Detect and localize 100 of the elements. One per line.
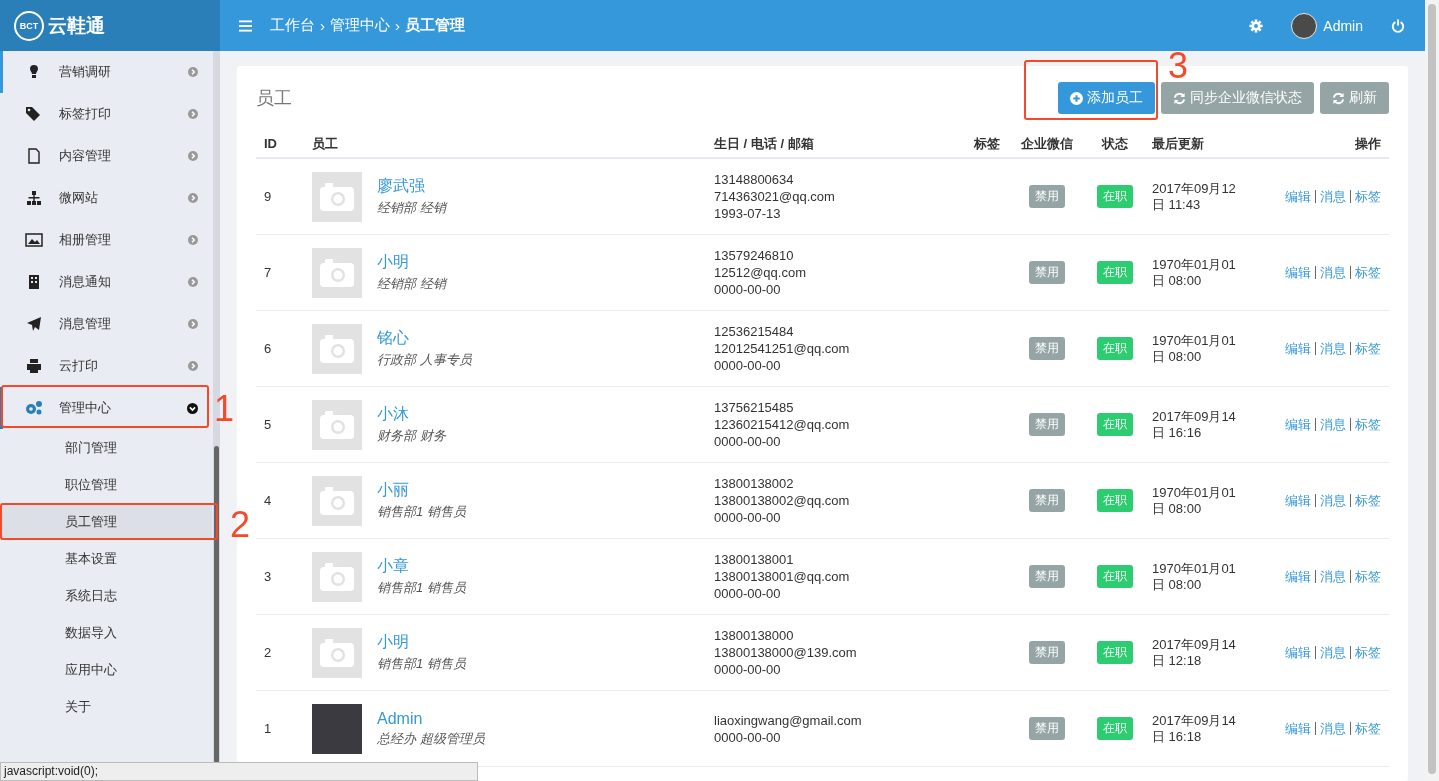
updated-time: 1970年01月01日 08:00 xyxy=(1152,560,1237,593)
email-text: 13800138001@qq.com xyxy=(714,568,851,585)
birthday-text: 1993-07-13 xyxy=(714,205,782,222)
email-text: 12512@qq.com xyxy=(714,264,807,281)
refresh-icon xyxy=(1332,91,1345,105)
employee-name-link[interactable]: 小明 xyxy=(377,252,446,273)
sitemap-icon xyxy=(25,190,43,206)
action-link[interactable]: 标签 xyxy=(1355,567,1381,586)
action-link[interactable]: 编辑 xyxy=(1285,415,1311,434)
employee-name-link[interactable]: Admin xyxy=(377,709,485,728)
submenu-item[interactable]: 基本设置 xyxy=(0,540,212,577)
phone-text: 13579246810 xyxy=(714,247,795,264)
action-link[interactable]: 标签 xyxy=(1355,415,1381,434)
phone-text: 13800138002 xyxy=(714,475,795,492)
submenu-item[interactable]: 部门管理 xyxy=(0,429,212,466)
updated-time: 2017年09月14日 16:16 xyxy=(1152,408,1237,441)
employee-name-link[interactable]: 小丽 xyxy=(377,480,466,501)
action-link[interactable]: 消息 xyxy=(1320,263,1346,282)
action-link[interactable]: 标签 xyxy=(1355,719,1381,738)
chevron-right-icon xyxy=(188,235,198,245)
wechat-status-badge: 禁用 xyxy=(1029,185,1065,208)
annotation-number: 2 xyxy=(230,507,251,543)
menu-icon[interactable] xyxy=(239,19,252,32)
id-text: 7 xyxy=(264,265,272,280)
action-link[interactable]: 编辑 xyxy=(1285,339,1311,358)
breadcrumb-separator: › xyxy=(320,17,325,34)
sidebar-item[interactable]: 相册管理 xyxy=(0,219,212,261)
camera-icon xyxy=(312,551,362,602)
sidebar-item[interactable]: 消息通知 xyxy=(0,261,212,303)
action-link[interactable]: 标签 xyxy=(1355,339,1381,358)
sidebar-item[interactable]: 标签打印 xyxy=(0,93,212,135)
camera-icon xyxy=(312,627,362,678)
action-link[interactable]: 消息 xyxy=(1320,567,1346,586)
sync-button[interactable]: 同步企业微信状态 xyxy=(1161,82,1314,114)
camera-icon xyxy=(312,323,362,374)
sidebar-item[interactable]: 云打印 xyxy=(0,345,212,387)
action-link[interactable]: 消息 xyxy=(1320,491,1346,510)
submenu-item[interactable]: 数据导入 xyxy=(0,614,212,651)
power-icon[interactable] xyxy=(1391,18,1405,33)
employee-name-link[interactable]: 小明 xyxy=(377,632,466,653)
employment-status-badge: 在职 xyxy=(1097,641,1133,664)
action-link[interactable]: 标签 xyxy=(1355,187,1381,206)
chevron-right-icon xyxy=(188,319,198,329)
settings-icon[interactable] xyxy=(1249,18,1264,33)
action-link[interactable]: 消息 xyxy=(1320,719,1346,738)
action-link[interactable]: 消息 xyxy=(1320,187,1346,206)
sync-button[interactable]: 刷新 xyxy=(1320,82,1389,114)
scrollbar-thumb[interactable] xyxy=(1428,4,1436,774)
action-link[interactable]: 标签 xyxy=(1355,263,1381,282)
add-button[interactable]: 添加员工 xyxy=(1058,82,1155,114)
status-url: javascript:void(0); xyxy=(0,762,478,781)
email-text: 13800138000@139.com xyxy=(714,644,858,661)
id-text: 6 xyxy=(264,341,272,356)
action-link[interactable]: 编辑 xyxy=(1285,491,1311,510)
action-link[interactable]: 编辑 xyxy=(1285,567,1311,586)
image-icon xyxy=(25,232,43,248)
user-name[interactable]: Admin xyxy=(1323,17,1363,34)
email-text: liaoxingwang@gmail.com xyxy=(714,711,863,729)
employee-name-link[interactable]: 廖武强 xyxy=(377,176,446,197)
employment-status-badge: 在职 xyxy=(1097,717,1133,740)
action-link[interactable]: 编辑 xyxy=(1285,719,1311,738)
column-header: ID xyxy=(256,130,304,158)
column-header: 生日 / 电话 / 邮箱 xyxy=(706,130,952,158)
action-link[interactable]: 消息 xyxy=(1320,339,1346,358)
department-text: 财务部 财务 xyxy=(377,427,446,445)
sidebar-item[interactable]: 内容管理 xyxy=(0,135,212,177)
printer-icon xyxy=(25,358,43,374)
action-link[interactable]: 消息 xyxy=(1320,415,1346,434)
scrollbar-thumb[interactable] xyxy=(214,446,219,763)
employee-name-link[interactable]: 小沐 xyxy=(377,404,446,425)
employee-name-link[interactable]: 铭心 xyxy=(377,328,472,349)
birthday-text: 0000-00-00 xyxy=(714,281,782,298)
action-link[interactable]: 标签 xyxy=(1355,643,1381,662)
department-text: 销售部1 销售员 xyxy=(377,579,466,597)
photo-placeholder xyxy=(312,703,362,754)
sidebar-item[interactable]: 消息管理 xyxy=(0,303,212,345)
wechat-status-badge: 禁用 xyxy=(1029,565,1065,588)
employment-status-badge: 在职 xyxy=(1097,489,1133,512)
id-text: 2 xyxy=(264,645,272,660)
submenu-item[interactable]: 应用中心 xyxy=(0,651,212,688)
breadcrumb-item[interactable]: 工作台 xyxy=(270,16,315,35)
submenu-item[interactable]: 关于 xyxy=(0,688,212,725)
logo-icon: BCT xyxy=(14,10,44,41)
birthday-text: 0000-00-00 xyxy=(714,433,782,450)
breadcrumb-item[interactable]: 管理中心 xyxy=(330,16,390,35)
action-link[interactable]: 编辑 xyxy=(1285,643,1311,662)
action-link[interactable]: 消息 xyxy=(1320,643,1346,662)
action-link[interactable]: 编辑 xyxy=(1285,187,1311,206)
birthday-text: 0000-00-00 xyxy=(714,585,782,602)
employee-name-link[interactable]: 小章 xyxy=(377,556,466,577)
birthday-text: 0000-00-00 xyxy=(714,509,782,526)
panel-title: 员工 xyxy=(256,87,292,110)
action-link[interactable]: 标签 xyxy=(1355,491,1381,510)
user-avatar[interactable] xyxy=(1291,12,1318,39)
breadcrumb-item: 员工管理 xyxy=(405,16,465,35)
sidebar-item[interactable]: 微网站 xyxy=(0,177,212,219)
chevron-right-icon xyxy=(188,109,198,119)
submenu-item[interactable]: 职位管理 xyxy=(0,466,212,503)
action-link[interactable]: 编辑 xyxy=(1285,263,1311,282)
submenu-item[interactable]: 系统日志 xyxy=(0,577,212,614)
